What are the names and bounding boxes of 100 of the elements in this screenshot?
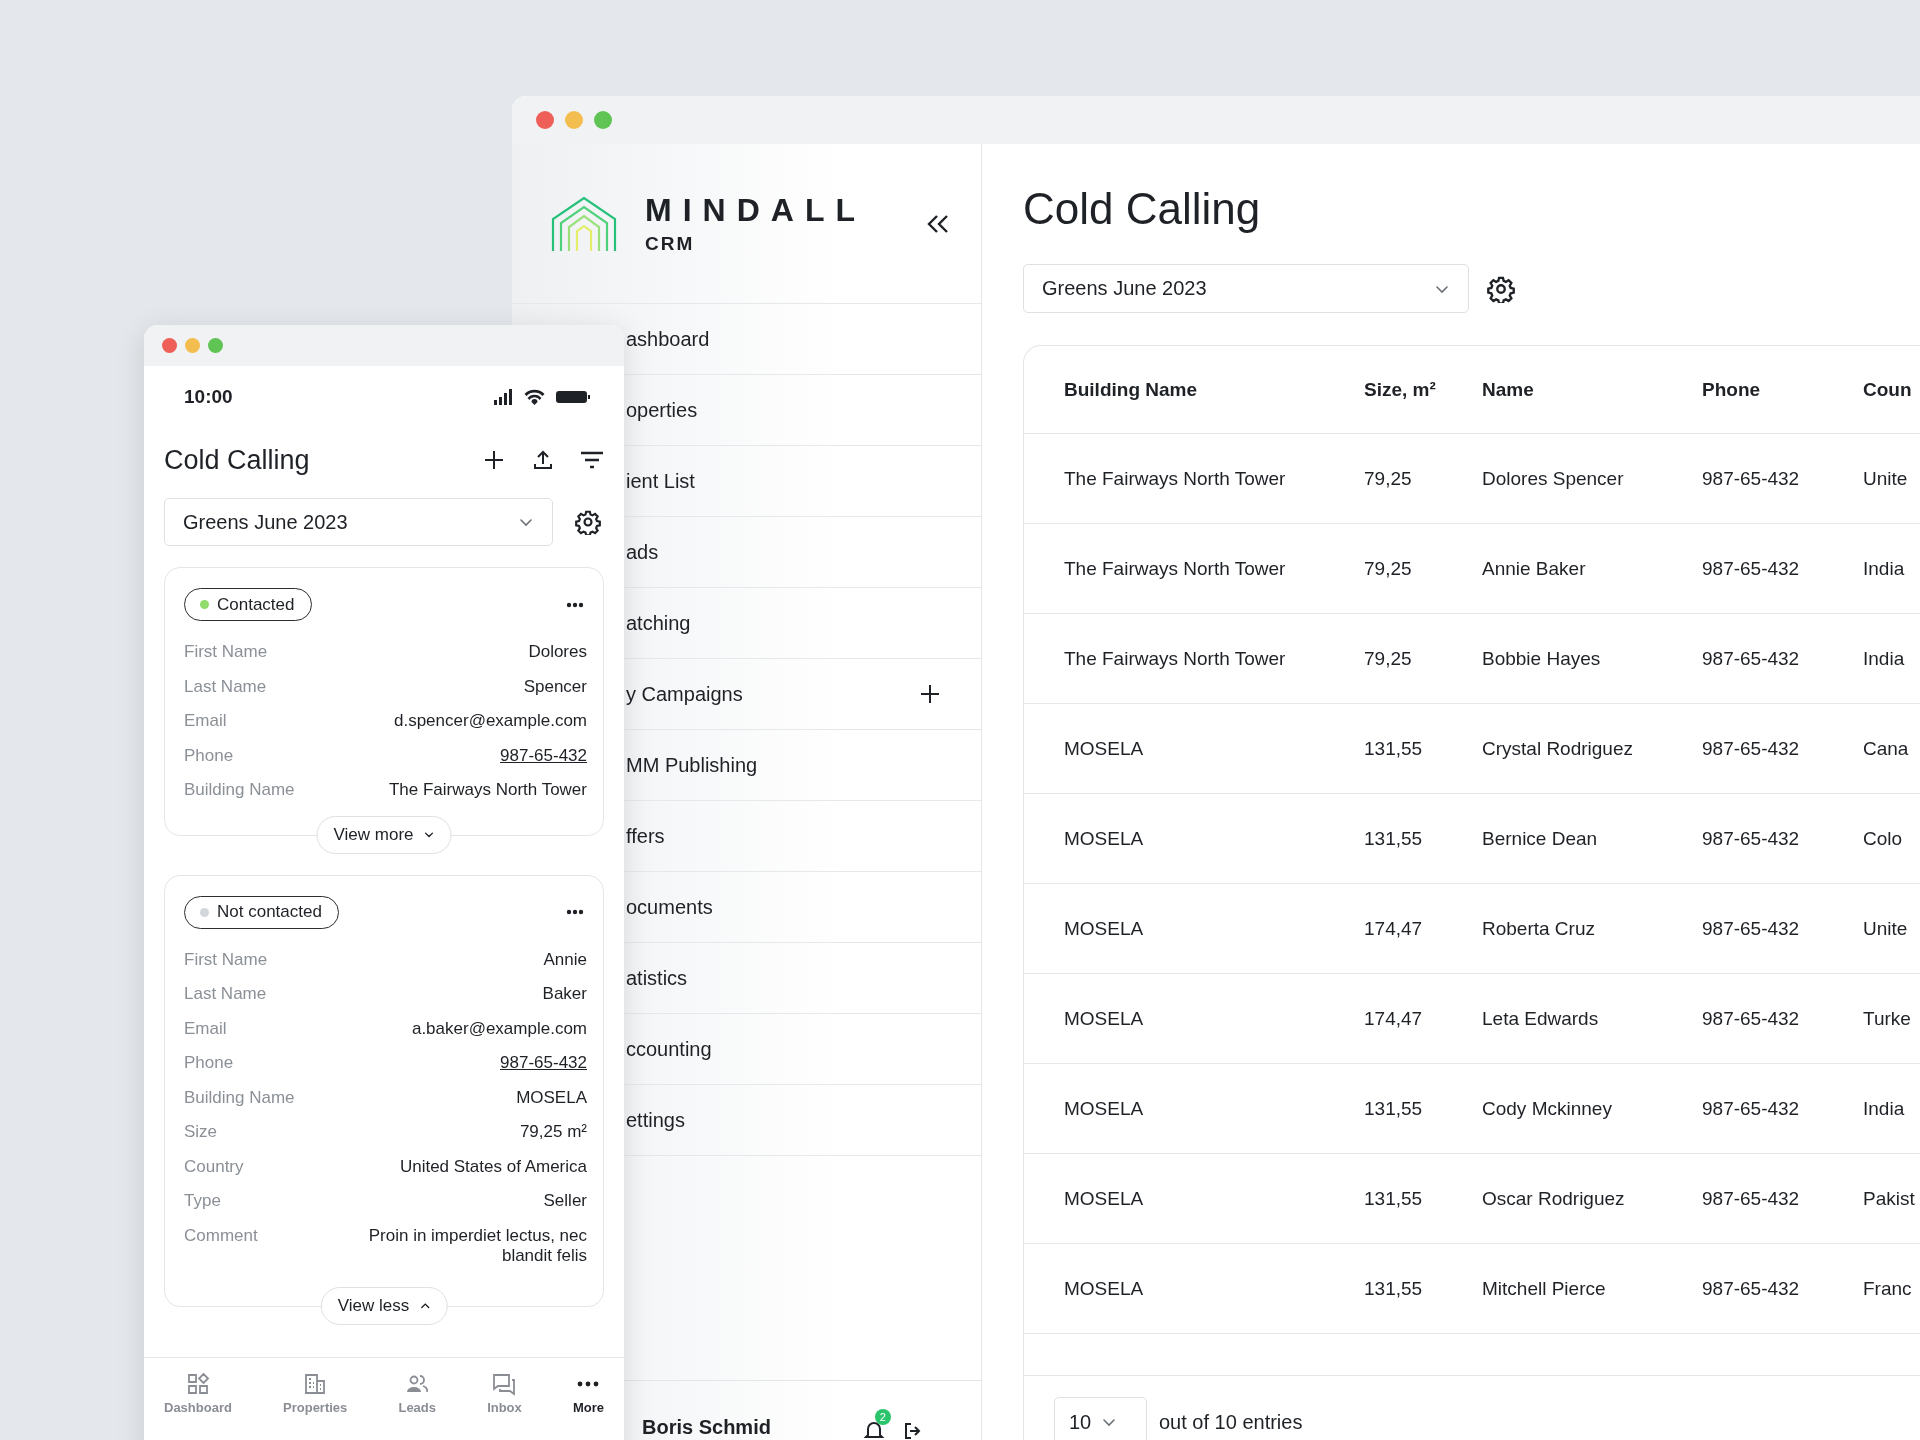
page-title: Cold Calling	[1023, 183, 1262, 235]
sidebar-item[interactable]: atistics	[626, 962, 688, 994]
field-value: Annie	[543, 948, 587, 971]
field-value: Spencer	[523, 675, 587, 698]
settings-icon[interactable]	[1487, 274, 1515, 303]
table-cell-text: MOSELA	[1064, 737, 1145, 760]
table-cell-text: 131,55	[1364, 737, 1424, 760]
table-cell-text: Leta Edwards	[1482, 1007, 1600, 1030]
nav-item[interactable]: More	[572, 1371, 604, 1415]
sidebar-item[interactable]: ffers	[626, 820, 665, 852]
field-label: Country	[184, 1155, 244, 1178]
chevron-down-icon	[423, 829, 435, 840]
table-cell-text: 79,25	[1364, 647, 1413, 670]
table-cell-text: Unite	[1863, 467, 1909, 490]
sidebar-item[interactable]: ettings	[626, 1104, 685, 1136]
sidebar-item[interactable]: ads	[626, 536, 659, 568]
table-cell-text: Colo	[1863, 827, 1904, 850]
table-cell-text: India	[1863, 1097, 1906, 1120]
table-cell-text: 131,55	[1364, 827, 1424, 850]
table-cell-text: Roberta Cruz	[1482, 917, 1596, 940]
table-cell-text: Mitchell Pierce	[1482, 1277, 1607, 1300]
table-cell-text: 987-65-432	[1702, 1097, 1801, 1120]
table-cell-text: The Fairways North Tower	[1064, 467, 1287, 490]
column-header: Name	[1482, 378, 1535, 401]
brand-name: MINDALL	[645, 191, 866, 228]
table-cell-text: MOSELA	[1064, 1007, 1145, 1030]
field-value: Baker	[542, 983, 587, 1005]
table-cell-text: 987-65-432	[1702, 557, 1801, 580]
table-cell-text: 987-65-432	[1702, 1277, 1801, 1300]
page-title: Cold Calling	[164, 444, 311, 476]
sidebar-item[interactable]: atching	[626, 607, 691, 639]
dashboard-icon	[185, 1371, 210, 1396]
more-icon	[577, 1380, 600, 1387]
table-cell-text: India	[1863, 647, 1906, 670]
settings-icon[interactable]	[575, 509, 601, 535]
status-time: 10:00	[184, 386, 233, 408]
field-value: 79,25 m²	[519, 1121, 587, 1143]
field-value: The Fairways North Tower	[388, 779, 587, 801]
entries-summary: out of 10 entries	[1159, 1410, 1303, 1435]
add-icon[interactable]	[482, 448, 506, 472]
view-less-button[interactable]: View less	[320, 1286, 448, 1325]
close-button[interactable]	[536, 111, 554, 129]
table-cell-text: 987-65-432	[1702, 917, 1801, 940]
table-cell-text: 987-65-432	[1702, 737, 1801, 760]
field-value: a.baker@example.com	[411, 1017, 587, 1040]
table-cell-text: Oscar Rodriguez	[1482, 1187, 1626, 1210]
table-cell-text: Annie Baker	[1482, 557, 1587, 580]
campaign-dropdown[interactable]: Greens June 2023	[164, 498, 553, 546]
table-cell-text: MOSELA	[1064, 1277, 1145, 1300]
field-label: Last Name	[184, 675, 267, 698]
field-label: Phone	[184, 1052, 234, 1074]
phone-link[interactable]: 987-65-432	[500, 738, 587, 773]
field-label: Type	[184, 1190, 221, 1212]
sidebar-item[interactable]: operties	[626, 394, 698, 426]
table-cell-text: Unite	[1863, 917, 1909, 940]
table-cell-text: Pakist	[1863, 1187, 1916, 1210]
table-cell-text: 987-65-432	[1702, 827, 1801, 850]
field-label: Building Name	[184, 1086, 295, 1109]
table-cell-text: MOSELA	[1064, 917, 1145, 940]
notification-badge: 2	[874, 1409, 891, 1425]
table-cell-text: 987-65-432	[1702, 467, 1801, 490]
table-cell-text: 174,47	[1364, 917, 1424, 940]
sidebar-item[interactable]: ocuments	[626, 891, 713, 923]
field-label: Last Name	[184, 983, 267, 1005]
table-cell-text: Bernice Dean	[1482, 827, 1599, 850]
sidebar-item[interactable]: ashboard	[626, 323, 710, 355]
table-cell-text: 987-65-432	[1702, 1187, 1801, 1210]
sidebar-item[interactable]: y Campaigns	[626, 678, 743, 710]
page-size-dropdown[interactable]: 10	[1054, 1397, 1147, 1440]
add-icon[interactable]	[919, 683, 941, 705]
more-icon[interactable]	[566, 601, 584, 608]
table-cell-text: Turke	[1863, 1007, 1912, 1030]
brand-tagline: CRM	[645, 231, 696, 256]
phone-link[interactable]: 987-65-432	[500, 1046, 587, 1081]
logout-icon[interactable]	[902, 1421, 923, 1440]
table-cell-text: 79,25	[1364, 557, 1413, 580]
table-cell-text: 987-65-432	[1702, 1007, 1801, 1030]
field-value: d.spencer@example.com	[394, 710, 587, 732]
table-cell-text: MOSELA	[1064, 1097, 1145, 1120]
table-cell-text: 131,55	[1364, 1277, 1424, 1300]
sidebar-item[interactable]: ccounting	[626, 1033, 712, 1065]
sidebar-item[interactable]: MM Publishing	[626, 749, 758, 781]
table-cell-text: 987-65-432	[1702, 647, 1801, 670]
field-label: Phone	[184, 744, 234, 767]
field-label: First Name	[184, 948, 268, 971]
campaign-dropdown[interactable]: Greens June 2023	[1023, 264, 1469, 313]
field-value: Seller	[543, 1190, 587, 1212]
bell-icon[interactable]	[862, 1419, 885, 1440]
view-more-button[interactable]: View more	[316, 815, 452, 854]
upload-icon[interactable]	[531, 448, 555, 472]
chevron-up-icon	[419, 1300, 431, 1311]
sidebar-item[interactable]: ient List	[626, 465, 695, 497]
table-cell-text: 131,55	[1364, 1187, 1424, 1210]
field-label: Size	[184, 1121, 218, 1143]
house-logo-icon	[551, 196, 617, 251]
building-icon	[303, 1371, 328, 1396]
column-header: Size, m²	[1364, 378, 1437, 401]
close-button[interactable]	[162, 338, 177, 353]
more-icon[interactable]	[566, 909, 584, 915]
field-value: Dolores	[528, 641, 587, 663]
